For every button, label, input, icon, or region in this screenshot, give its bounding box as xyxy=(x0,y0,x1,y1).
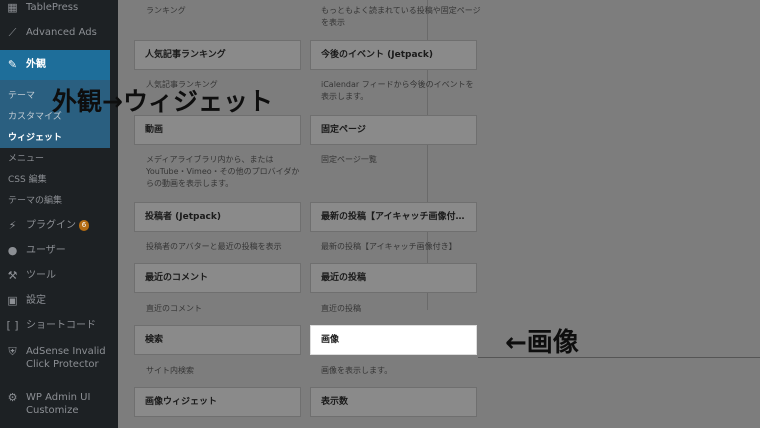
sidebar-item-label: Advanced Ads xyxy=(26,27,97,38)
user-icon: ● xyxy=(7,244,18,257)
widget-view-count[interactable]: 表示数 xyxy=(310,387,477,417)
submenu-menus[interactable]: メニュー xyxy=(8,151,44,164)
sidebar-item-label-line2: Customize xyxy=(26,405,79,416)
annotation-appearance-widgets: 外観→ウィジェット xyxy=(52,87,273,116)
submenu-theme-editor[interactable]: テーマの編集 xyxy=(8,193,62,206)
widget-recent-comments[interactable]: 最近のコメント xyxy=(134,263,301,293)
sidebar-item-label-wrap: プラグイン 6 xyxy=(26,219,89,232)
widget-popular-ranking[interactable]: 人気記事ランキング xyxy=(134,40,301,70)
widgets-panel: ランキング もっともよく読まれている投稿や固定ページを表示 人気記事ランキング … xyxy=(118,0,760,428)
widget-description: 画像を表示します。 xyxy=(321,366,393,375)
sidebar-item-label: 設定 xyxy=(26,295,46,306)
annotation-image: ←画像 xyxy=(505,328,579,358)
widget-description: ランキング xyxy=(146,6,186,15)
widget-description: 最新の投稿【アイキャッチ画像付き】 xyxy=(321,242,457,251)
chart-line-icon: ⟋ xyxy=(8,25,17,39)
paintbrush-icon: ✎ xyxy=(7,58,18,71)
sidebar-item-tools[interactable]: ⚒ ツール xyxy=(0,269,118,283)
settings-icon: ▣ xyxy=(7,294,18,307)
sidebar-item-label: ユーザー xyxy=(26,245,66,256)
sidebar-item-advanced-ads[interactable]: ⟋ Advanced Ads xyxy=(0,26,118,40)
widget-pages[interactable]: 固定ページ xyxy=(310,115,477,145)
sidebar-item-label-line2: Click Protector xyxy=(26,359,99,370)
widget-author[interactable]: 投稿者 (Jetpack) xyxy=(134,202,301,232)
sidebar-item-tablepress[interactable]: ▦ TablePress xyxy=(0,1,118,15)
wrench-icon: ⚒ xyxy=(7,269,18,282)
admin-sidebar: ▦ TablePress ⟋ Advanced Ads ✎ 外観 テーマ カスタ… xyxy=(0,0,118,428)
sidebar-item-wp-admin-ui[interactable]: ⚙ WP Admin UI Customize xyxy=(0,391,118,419)
shortcode-icon: [ ] xyxy=(6,319,19,332)
update-count-badge: 6 xyxy=(79,219,89,231)
gear-icon: ⚙ xyxy=(7,391,18,404)
sidebar-item-appearance[interactable]: ✎ 外観 xyxy=(0,58,118,72)
widget-description: iCalendar フィードから今後のイベントを表示します。 xyxy=(321,80,474,101)
widget-image[interactable]: 画像 xyxy=(310,325,477,355)
widget-description: メディアライブラリ内から、または YouTube・Vimeo・その他のプロバイダ… xyxy=(146,155,300,188)
submenu-css-edit[interactable]: CSS 編集 xyxy=(8,172,47,185)
widget-upcoming-events[interactable]: 今後のイベント (Jetpack) xyxy=(310,40,477,70)
widget-description: 固定ページ一覧 xyxy=(321,155,377,164)
widget-video[interactable]: 動画 xyxy=(134,115,301,145)
widget-description: 直近の投稿 xyxy=(321,304,361,313)
widget-recent-posts[interactable]: 最近の投稿 xyxy=(310,263,477,293)
plugin-icon: ⚡ xyxy=(8,219,17,232)
sidebar-item-label-line1: WP Admin UI xyxy=(26,392,91,403)
widget-image-widget[interactable]: 画像ウィジェット xyxy=(134,387,301,417)
submenu-widgets[interactable]: ウィジェット xyxy=(8,130,62,143)
sidebar-item-label: ツール xyxy=(26,270,56,281)
shield-icon: ⛨ xyxy=(8,344,17,358)
sidebar-item-label-line1: AdSense Invalid xyxy=(26,346,106,357)
widget-description: もっともよく読まれている投稿や固定ページを表示 xyxy=(321,6,481,27)
widget-description: サイト内検索 xyxy=(146,366,194,375)
sidebar-item-label: ショートコード xyxy=(26,320,96,331)
sidebar-item-adsense-protector[interactable]: ⛨ AdSense Invalid Click Protector xyxy=(0,345,118,373)
sidebar-item-shortcode[interactable]: [ ] ショートコード xyxy=(0,319,118,333)
sidebar-item-settings[interactable]: ▣ 設定 xyxy=(0,294,118,308)
sidebar-item-plugins[interactable]: ⚡ プラグイン 6 xyxy=(0,219,118,233)
widget-description: 直近のコメント xyxy=(146,304,202,313)
sidebar-item-label: TablePress xyxy=(26,2,79,13)
table-icon: ▦ xyxy=(7,1,18,14)
widget-description: 投稿者のアバターと最近の投稿を表示 xyxy=(146,242,282,251)
sidebar-item-label: 外観 xyxy=(26,59,46,70)
submenu-theme[interactable]: テーマ xyxy=(8,88,35,101)
sidebar-item-users[interactable]: ● ユーザー xyxy=(0,244,118,258)
widget-search[interactable]: 検索 xyxy=(134,325,301,355)
sidebar-item-label: プラグイン xyxy=(26,220,76,231)
widget-recent-posts-thumbnail[interactable]: 最新の投稿【アイキャッチ画像付… xyxy=(310,202,477,232)
